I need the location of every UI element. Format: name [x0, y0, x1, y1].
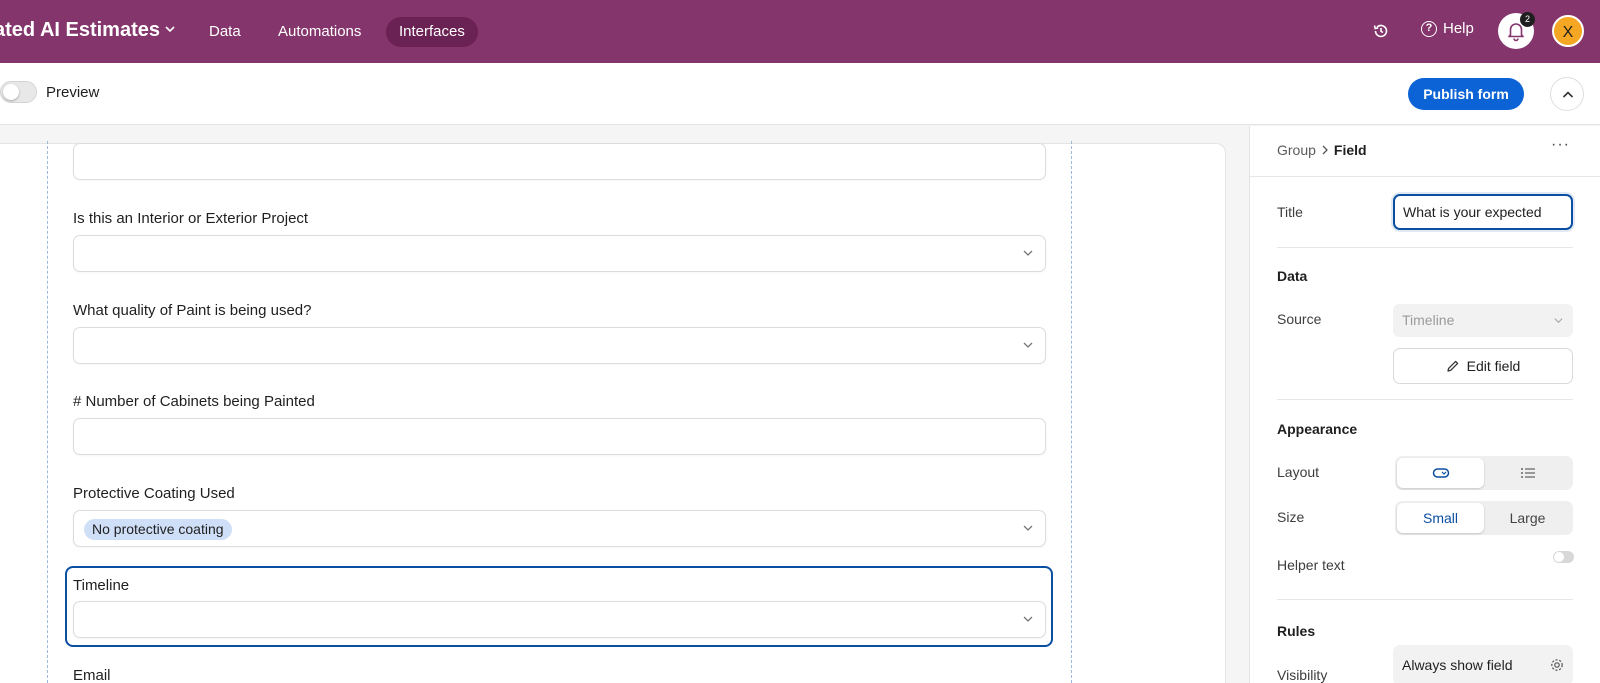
chevron-up-icon: [1562, 91, 1574, 98]
layout-dropdown-option[interactable]: [1397, 458, 1484, 488]
preview-toggle[interactable]: [0, 81, 37, 103]
divider: [1277, 247, 1573, 248]
chevron-down-icon: [1023, 525, 1033, 531]
chevron-down-icon: [1554, 318, 1563, 324]
layout-list-option[interactable]: [1484, 458, 1571, 488]
pencil-icon: [1446, 360, 1458, 372]
chevron-down-icon[interactable]: [163, 22, 177, 36]
toggle-knob: [3, 84, 19, 100]
title-label: Title: [1277, 204, 1303, 220]
field-label: Is this an Interior or Exterior Project: [73, 210, 309, 227]
list-layout-icon: [1520, 468, 1535, 478]
title-input[interactable]: What is your expected: [1393, 194, 1573, 230]
visibility-value: Always show field: [1402, 657, 1513, 673]
field-label: Protective Coating Used: [73, 485, 235, 502]
divider: [1277, 399, 1573, 400]
nav-data[interactable]: Data: [196, 17, 254, 47]
breadcrumb-current: Field: [1333, 142, 1367, 158]
dropdown-layout-icon: [1432, 468, 1449, 478]
option-chip: No protective coating: [84, 519, 232, 540]
select-field[interactable]: [73, 327, 1046, 364]
size-large-option[interactable]: Large: [1484, 503, 1571, 533]
select-field[interactable]: [73, 601, 1046, 638]
field-label: # Number of Cabinets being Painted: [73, 393, 315, 410]
edit-field-label: Edit field: [1466, 358, 1521, 374]
help-label: Help: [1443, 20, 1474, 37]
layout-segmented-control: [1395, 456, 1573, 490]
base-title[interactable]: ated AI Estimates: [0, 19, 160, 42]
avatar[interactable]: X: [1552, 15, 1584, 47]
layout-label: Layout: [1277, 464, 1320, 480]
publish-form-button[interactable]: Publish form: [1408, 78, 1524, 110]
field-label: What quality of Paint is being used?: [73, 302, 312, 319]
select-field[interactable]: [73, 235, 1046, 272]
more-options-icon[interactable]: ···: [1551, 136, 1570, 154]
source-label: Source: [1277, 311, 1322, 327]
nav-interfaces[interactable]: Interfaces: [386, 17, 478, 47]
preview-label: Preview: [46, 84, 100, 101]
field-label: Timeline: [73, 577, 130, 594]
helper-text-label: Helper text: [1277, 557, 1345, 573]
help-icon: ?: [1421, 20, 1437, 37]
chevron-down-icon: [1023, 250, 1033, 256]
divider: [1277, 599, 1573, 600]
form-toolbar: Preview Publish form: [0, 63, 1600, 125]
breadcrumb: Group Field: [1277, 142, 1367, 158]
breadcrumb-parent[interactable]: Group: [1277, 142, 1316, 158]
size-segmented-control: Small Large: [1395, 501, 1573, 535]
notification-badge: 2: [1520, 12, 1535, 27]
visibility-label: Visibility: [1277, 667, 1328, 683]
size-label: Size: [1277, 509, 1305, 525]
chevron-down-icon: [1023, 342, 1033, 348]
group-boundary-left: [47, 141, 48, 683]
chevron-right-icon: [1322, 145, 1328, 155]
field-label: Email: [73, 667, 111, 683]
divider: [1250, 176, 1600, 177]
source-select: Timeline: [1393, 304, 1573, 337]
help-button[interactable]: ? Help: [1421, 20, 1474, 37]
rules-heading: Rules: [1277, 623, 1316, 639]
gear-icon[interactable]: [1550, 658, 1564, 672]
visibility-select[interactable]: Always show field: [1393, 645, 1573, 683]
appearance-heading: Appearance: [1277, 421, 1358, 437]
select-field[interactable]: No protective coating: [73, 510, 1046, 547]
collapse-button[interactable]: [1550, 77, 1584, 111]
text-field[interactable]: [73, 143, 1046, 180]
size-small-option[interactable]: Small: [1397, 503, 1484, 533]
nav-automations[interactable]: Automations: [265, 17, 374, 47]
chevron-down-icon: [1023, 616, 1033, 622]
helper-text-toggle[interactable]: [1553, 551, 1574, 563]
text-field[interactable]: [73, 418, 1046, 455]
source-value: Timeline: [1402, 312, 1455, 328]
top-bar: ated AI Estimates Data Automations Inter…: [0, 0, 1600, 63]
history-icon[interactable]: [1372, 22, 1390, 40]
edit-field-button[interactable]: Edit field: [1393, 348, 1573, 384]
group-boundary-right: [1071, 141, 1072, 683]
data-heading: Data: [1277, 268, 1308, 284]
field-settings-panel: Group Field ··· Title What is your expec…: [1249, 126, 1600, 683]
